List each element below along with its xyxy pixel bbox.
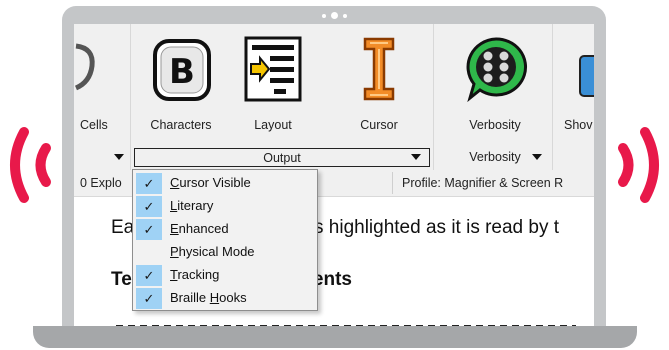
menu-item-braille-hooks[interactable]: ✓ Braille Hooks <box>133 287 317 310</box>
menu-item-label: Literary <box>170 198 214 213</box>
group-left-dropdown[interactable] <box>74 148 130 166</box>
verbosity-group-label: Verbosity <box>469 150 521 164</box>
app-screen: Cells B Characters Layout Cursor Output … <box>74 24 594 326</box>
menu-item-label: Physical Mode <box>170 244 255 259</box>
show-icon <box>579 55 594 97</box>
checkmark-icon: ✓ <box>136 288 162 309</box>
menu-item-label: Enhanced <box>170 221 229 236</box>
menu-item-literary[interactable]: ✓ Literary <box>133 195 317 218</box>
ribbon-characters-button[interactable]: B Characters <box>136 24 226 144</box>
checkmark-icon: ✓ <box>136 219 162 240</box>
ribbon-layout-button[interactable]: Layout <box>230 24 316 144</box>
ribbon-layout-label: Layout <box>254 118 292 132</box>
checkmark-icon: ✓ <box>136 173 162 194</box>
group-separator <box>130 24 131 170</box>
output-group-label: Output <box>263 151 301 165</box>
output-menu: ✓ Cursor Visible ✓ Literary ✓ Enhanced P… <box>132 169 318 311</box>
chevron-down-icon <box>114 154 124 160</box>
ribbon-characters-label: Characters <box>150 118 212 132</box>
chevron-down-icon <box>532 154 542 160</box>
ribbon-verbosity-label: Verbosity <box>469 118 521 132</box>
menu-item-label: Cursor Visible <box>170 175 251 190</box>
ribbon-cursor-label: Cursor <box>360 118 398 132</box>
document-line-end: s highlighted as it is read by t <box>314 217 560 238</box>
sound-wave-right-icon <box>618 127 659 203</box>
document-next-line-cutoff <box>116 323 586 326</box>
svg-text:B: B <box>169 52 195 92</box>
checkmark-icon: ✓ <box>136 265 162 286</box>
menu-item-cursor-visible[interactable]: ✓ Cursor Visible <box>133 172 317 195</box>
laptop-base <box>33 326 637 348</box>
ribbon-cells-label: Cells <box>80 118 108 132</box>
document-heading-start: Te <box>111 269 132 290</box>
ribbon-show-button[interactable]: Shov <box>558 24 594 144</box>
ribbon: Cells B Characters Layout Cursor Output … <box>74 24 594 171</box>
group-separator <box>552 24 553 170</box>
ribbon-verbosity-button[interactable]: Verbosity <box>442 24 548 144</box>
status-profile-text: Profile: Magnifier & Screen R <box>402 176 564 190</box>
checkmark-icon: ✓ <box>136 196 162 217</box>
document-line-start: Ea <box>111 217 135 238</box>
verbosity-group-dropdown[interactable]: Verbosity <box>442 148 548 166</box>
ribbon-cells-button[interactable]: Cells <box>74 24 130 144</box>
status-separator <box>392 172 393 194</box>
status-mode-text: 0 Explo <box>80 176 122 190</box>
menu-item-enhanced[interactable]: ✓ Enhanced <box>133 218 317 241</box>
chevron-down-icon <box>411 154 421 160</box>
menu-item-physical-mode[interactable]: Physical Mode <box>133 241 317 264</box>
output-group-dropdown[interactable]: Output <box>134 148 430 167</box>
group-separator <box>433 24 434 170</box>
braille-speech-bubble-icon <box>466 37 527 102</box>
layout-arrow-icon <box>244 36 302 102</box>
menu-item-tracking[interactable]: ✓ Tracking <box>133 264 317 287</box>
ribbon-show-label: Shov <box>564 118 593 132</box>
ribbon-cursor-button[interactable]: Cursor <box>336 24 422 144</box>
webcam-icon <box>322 11 348 21</box>
sound-wave-left-icon <box>10 127 51 203</box>
braille-b-icon: B <box>153 39 211 101</box>
menu-item-label: Braille Hooks <box>170 290 247 305</box>
i-beam-cursor-icon <box>363 37 395 101</box>
cells-icon <box>74 43 95 91</box>
menu-item-label: Tracking <box>170 267 220 282</box>
